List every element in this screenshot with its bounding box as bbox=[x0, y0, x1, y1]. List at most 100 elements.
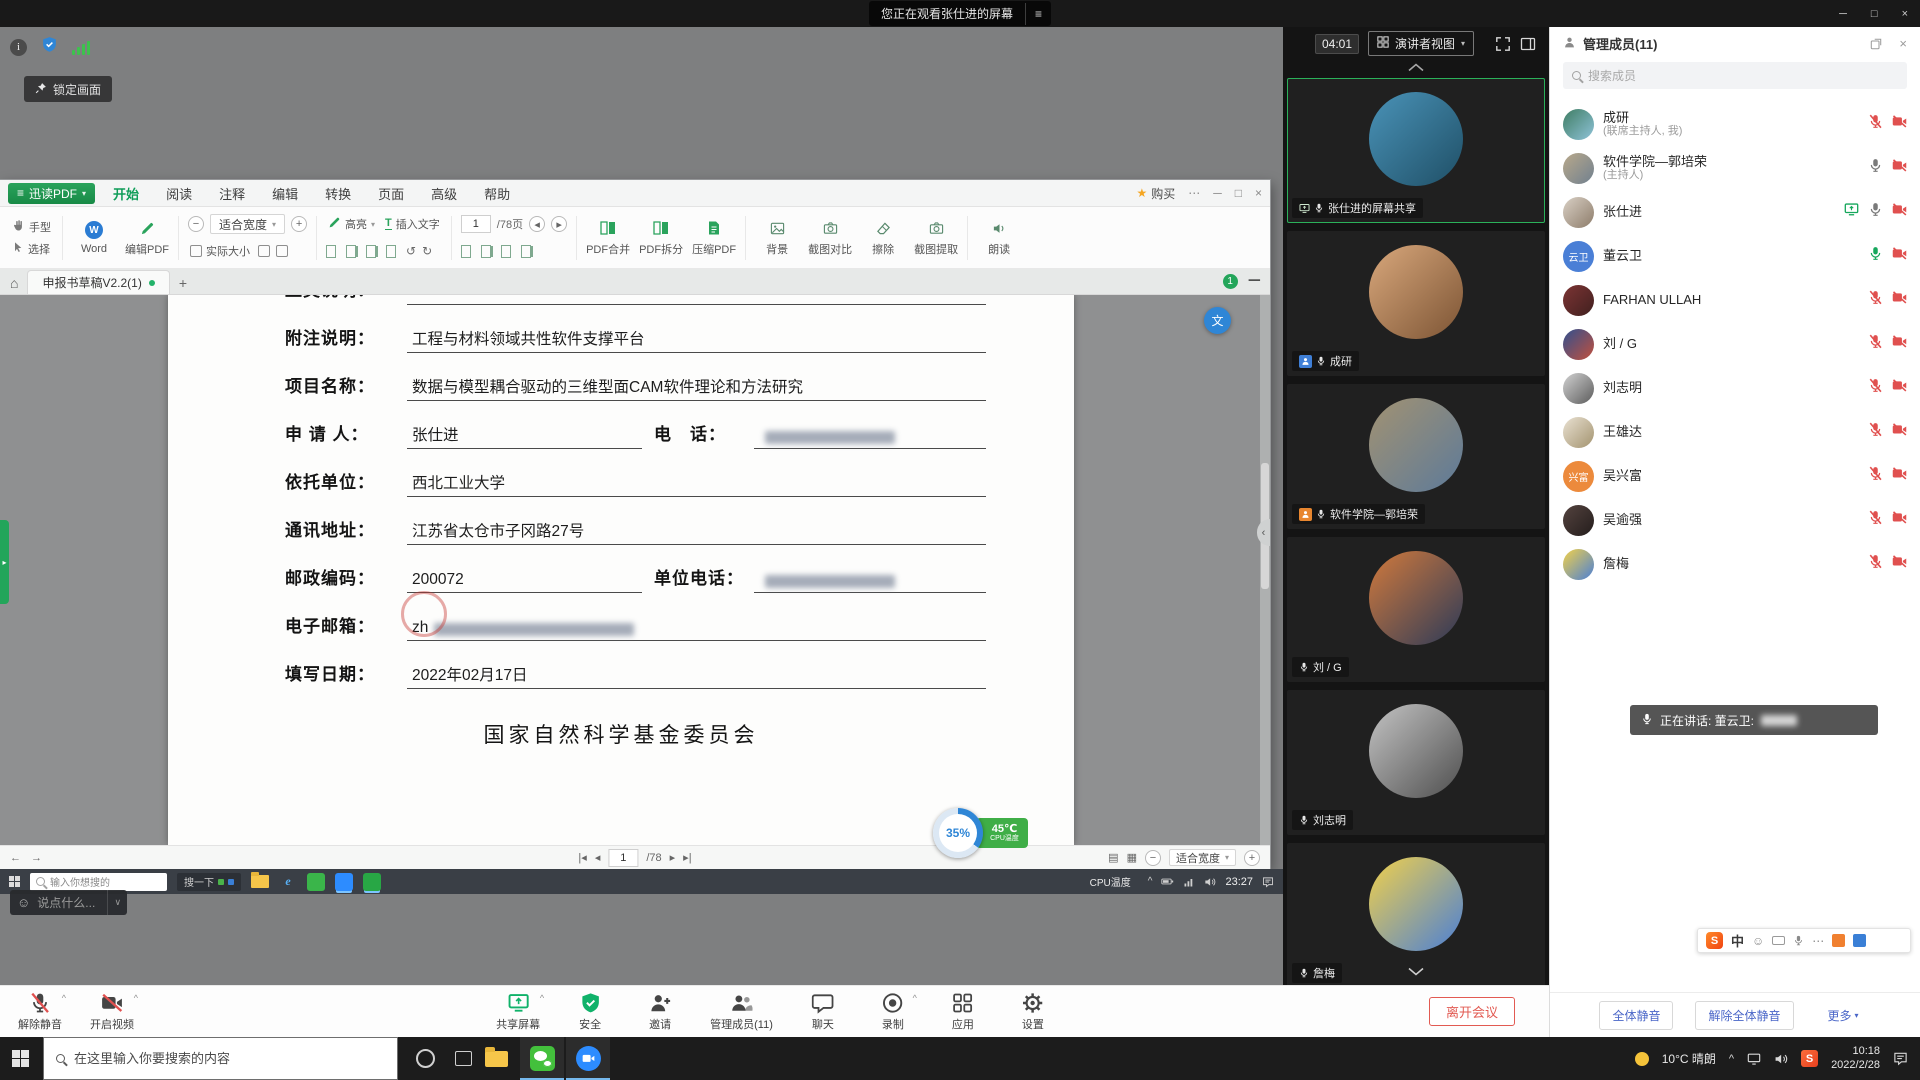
next-view-icon[interactable]: → bbox=[31, 852, 42, 864]
quick-search-widget[interactable]: 搜一下 bbox=[177, 873, 241, 891]
lock-screen-button[interactable]: 锁定画面 bbox=[24, 76, 112, 102]
camera-status-icon[interactable] bbox=[1892, 334, 1907, 354]
collapse-ribbon-icon[interactable]: ─ bbox=[1249, 272, 1260, 290]
edit-pdf-button[interactable]: 编辑PDF bbox=[125, 219, 169, 257]
unmute-all-button[interactable]: 解除全体静音 bbox=[1695, 1001, 1793, 1030]
tray-expand-icon[interactable]: ^ bbox=[1148, 876, 1153, 887]
toolbar-share-button[interactable]: ^共享屏幕 bbox=[496, 992, 540, 1032]
ime-toolbar[interactable]: S 中 ☺ ⋯ bbox=[1697, 928, 1911, 953]
toolbox-icon[interactable] bbox=[1853, 934, 1866, 947]
member-row[interactable]: FARHAN ULLAH bbox=[1550, 278, 1920, 322]
highlight-tool[interactable]: 高亮▾ bbox=[326, 215, 377, 233]
convert-word-button[interactable]: W Word bbox=[72, 221, 116, 255]
prev-page-button[interactable]: ◂ bbox=[595, 851, 601, 864]
pdf-minimize-button[interactable]: ─ bbox=[1213, 186, 1222, 200]
zoom-level-dropdown[interactable]: 适合宽度▾ bbox=[210, 214, 285, 234]
pdf-menu-item[interactable]: 页面 bbox=[378, 184, 404, 203]
video-tile[interactable]: 刘志明 bbox=[1287, 690, 1545, 835]
toolbar-record-button[interactable]: ^录制 bbox=[873, 992, 913, 1032]
cpu-monitor-widget[interactable]: 35% 45℃ CPU温度 bbox=[933, 808, 1028, 858]
fit-page-icon[interactable] bbox=[258, 245, 270, 257]
member-row[interactable]: 成研(联席主持人, 我) bbox=[1550, 102, 1920, 146]
tray-expand-icon[interactable]: ^ bbox=[1729, 1053, 1734, 1065]
last-page-button[interactable]: ▸| bbox=[683, 851, 691, 864]
vertical-scrollbar[interactable] bbox=[1260, 295, 1270, 845]
chevron-up-icon[interactable] bbox=[1283, 60, 1549, 75]
member-row[interactable]: 兴富吴兴富 bbox=[1550, 454, 1920, 498]
mic-status-icon[interactable] bbox=[1868, 554, 1883, 574]
zoom-level-dropdown[interactable]: 适合宽度▾ bbox=[1169, 849, 1236, 866]
camera-status-icon[interactable] bbox=[1892, 422, 1907, 442]
mic-status-icon[interactable] bbox=[1868, 334, 1883, 354]
fullscreen-icon[interactable] bbox=[1495, 36, 1511, 52]
buy-button[interactable]: ★ 购买 bbox=[1136, 185, 1175, 202]
camera-status-icon[interactable] bbox=[1892, 246, 1907, 266]
member-row[interactable]: 刘志明 bbox=[1550, 366, 1920, 410]
skin-icon[interactable] bbox=[1832, 934, 1845, 947]
windows-start-icon[interactable] bbox=[9, 876, 20, 887]
next-page-button[interactable]: ▸ bbox=[670, 851, 676, 864]
pop-out-icon[interactable] bbox=[1870, 38, 1882, 50]
camera-status-icon[interactable] bbox=[1892, 510, 1907, 530]
member-row[interactable]: 詹梅 bbox=[1550, 542, 1920, 586]
member-row[interactable]: 吴逾强 bbox=[1550, 498, 1920, 542]
pdf-merge-button[interactable]: PDF合并 bbox=[586, 219, 630, 257]
video-tile[interactable]: 软件学院—郭培荣 bbox=[1287, 384, 1545, 529]
pdf-menu-item[interactable]: 帮助 bbox=[484, 184, 510, 203]
ime-mode-indicator[interactable]: 中 bbox=[1731, 931, 1744, 950]
continuous-page-icon[interactable] bbox=[346, 245, 356, 258]
select-tool[interactable]: 选择 bbox=[10, 240, 53, 258]
volume-icon[interactable] bbox=[1204, 876, 1216, 888]
pdf-compress-button[interactable]: 压缩PDF bbox=[692, 219, 736, 257]
app-icon-green[interactable] bbox=[307, 873, 325, 891]
video-tile[interactable]: 张仕进的屏幕共享 bbox=[1287, 78, 1545, 223]
toolbar-mic-button[interactable]: ^解除静音 bbox=[18, 992, 62, 1032]
prev-page-button[interactable]: ◂ bbox=[529, 216, 545, 232]
pdf-menu-item[interactable]: 开始 bbox=[113, 184, 139, 203]
minimize-button[interactable]: ─ bbox=[1839, 8, 1847, 20]
status-page-input[interactable] bbox=[608, 849, 638, 867]
member-row[interactable]: 云卫董云卫 bbox=[1550, 234, 1920, 278]
rotate-right-icon[interactable]: ↻ bbox=[422, 244, 432, 258]
panel-close-icon[interactable]: × bbox=[1899, 36, 1907, 51]
actual-size-button[interactable]: 实际大小 bbox=[188, 242, 252, 260]
camera-status-icon[interactable] bbox=[1892, 290, 1907, 310]
file-explorer-icon[interactable] bbox=[251, 873, 269, 891]
voice-input-icon[interactable] bbox=[1793, 935, 1804, 946]
sogou-icon[interactable]: S bbox=[1706, 932, 1723, 949]
mic-status-icon[interactable] bbox=[1868, 378, 1883, 398]
keyboard-icon[interactable] bbox=[1772, 936, 1785, 945]
sidebar-collapse-handle[interactable]: ‹ bbox=[1257, 519, 1270, 546]
taskbar-search-input[interactable] bbox=[74, 1051, 385, 1066]
taskbar-clock[interactable]: 10:18 2022/2/28 bbox=[1831, 1045, 1880, 1073]
leave-meeting-button[interactable]: 离开会议 bbox=[1429, 997, 1515, 1026]
pdf-menu-item[interactable]: 阅读 bbox=[166, 184, 192, 203]
zoom-in-button[interactable]: + bbox=[291, 216, 307, 232]
device-caret-icon[interactable]: ^ bbox=[913, 993, 917, 1003]
shared-search-box[interactable]: 输入你想搜的 bbox=[30, 873, 167, 891]
toolbar-video-button[interactable]: ^开启视频 bbox=[90, 992, 134, 1032]
shared-clock[interactable]: 23:27 bbox=[1225, 876, 1253, 888]
pdf-menu-item[interactable]: 编辑 bbox=[272, 184, 298, 203]
mic-status-icon[interactable] bbox=[1868, 246, 1883, 266]
chevron-down-icon[interactable]: ∨ bbox=[107, 890, 127, 915]
windows-start-button[interactable] bbox=[12, 1050, 29, 1067]
emoji-icon[interactable]: ☺ bbox=[1752, 934, 1764, 948]
translate-float-button[interactable]: 文 bbox=[1204, 307, 1231, 334]
fit-view-icon[interactable]: ▦ bbox=[1127, 851, 1137, 864]
task-view-icon[interactable] bbox=[455, 1051, 472, 1066]
chat-input-pill[interactable]: ☺ 说点什么... ∨ bbox=[10, 890, 127, 915]
close-button[interactable]: × bbox=[1902, 8, 1908, 20]
read-aloud-button[interactable]: 朗读 bbox=[977, 219, 1021, 257]
toolbar-invite-button[interactable]: 邀请 bbox=[640, 992, 680, 1032]
document-tab[interactable]: 申报书草稿V2.2(1) bbox=[27, 270, 169, 294]
layout-option-icon[interactable] bbox=[501, 245, 511, 258]
notification-icon[interactable] bbox=[1893, 1051, 1908, 1066]
mic-status-icon[interactable] bbox=[1868, 422, 1883, 442]
camera-status-icon[interactable] bbox=[1892, 202, 1907, 222]
weather-text[interactable]: 10°C 晴朗 bbox=[1662, 1050, 1716, 1067]
view-mode-selector[interactable]: 演讲者视图 ▾ bbox=[1368, 31, 1474, 56]
background-button[interactable]: 背景 bbox=[755, 219, 799, 257]
camera-status-icon[interactable] bbox=[1892, 114, 1907, 134]
mute-all-button[interactable]: 全体静音 bbox=[1599, 1001, 1673, 1030]
